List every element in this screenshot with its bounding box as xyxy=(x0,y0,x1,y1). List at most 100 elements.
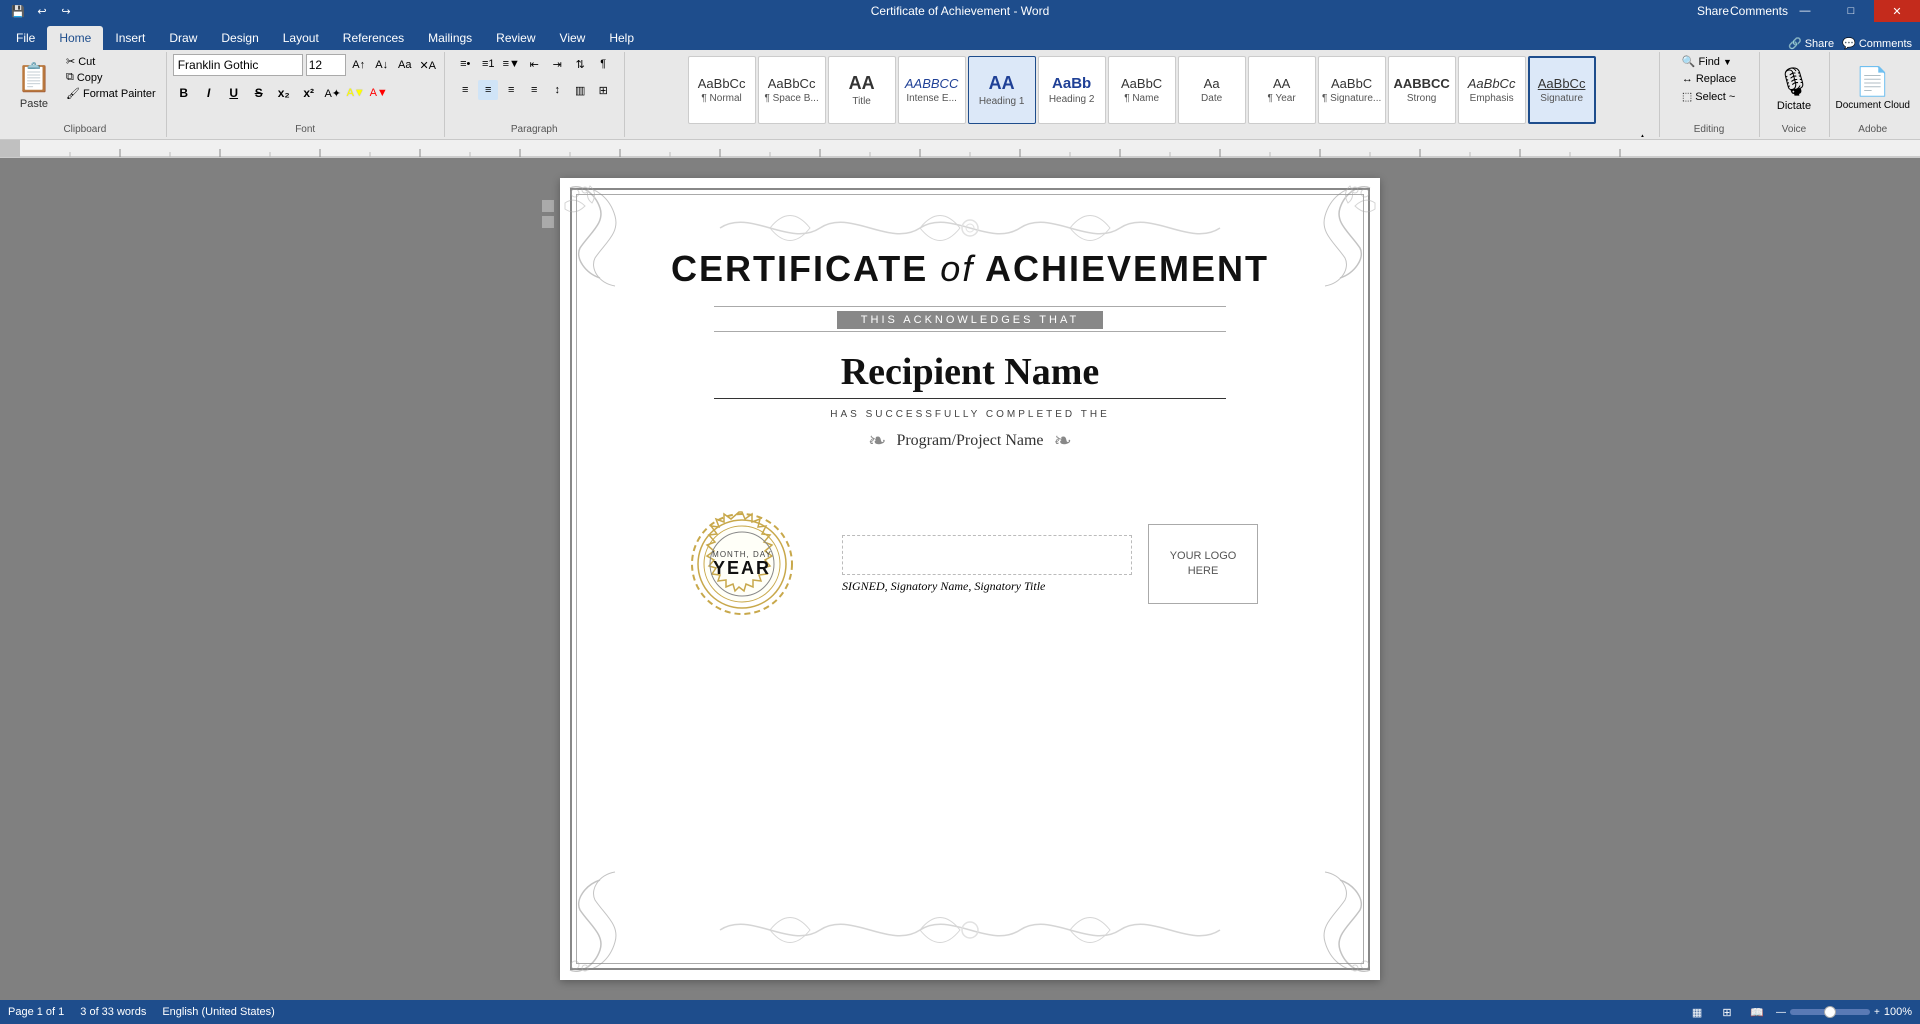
style-title-preview: AA xyxy=(849,73,875,94)
replace-icon: ↔ xyxy=(1682,73,1693,85)
style-emphasis[interactable]: AaBbCc Emphasis xyxy=(1458,56,1526,124)
undo-button[interactable]: ↩ xyxy=(32,2,52,20)
clear-formatting-button[interactable]: ✕A xyxy=(418,55,438,75)
zoom-slider[interactable] xyxy=(1790,1009,1870,1015)
highlight-color-button[interactable]: A▼ xyxy=(346,83,366,103)
paragraph-top-row: ≡• ≡1 ≡▼ ⇤ ⇥ ⇅ ¶ xyxy=(455,54,613,74)
style-date[interactable]: Aa Date xyxy=(1178,56,1246,124)
style-intense-emphasis[interactable]: AABBCC Intense E... xyxy=(898,56,966,124)
change-case-button[interactable]: Aa xyxy=(395,55,415,75)
cut-button[interactable]: ✂ Cut xyxy=(62,54,160,69)
comments-button[interactable]: Comments xyxy=(1736,0,1782,22)
align-left-button[interactable]: ≡ xyxy=(455,80,475,100)
bold-button[interactable]: B xyxy=(173,82,195,104)
title-bar: 💾 ↩ ↪ Certificate of Achievement - Word … xyxy=(0,0,1920,22)
tab-review[interactable]: Review xyxy=(484,26,547,50)
select-button[interactable]: ⬚ Select ~ xyxy=(1678,89,1739,104)
cert-seal: MONTH, DAY YEAR xyxy=(682,504,802,624)
style-heading1[interactable]: AA Heading 1 xyxy=(968,56,1036,124)
font-color-button[interactable]: A▼ xyxy=(369,83,389,103)
adobe-button[interactable]: 📄 xyxy=(1855,65,1890,98)
cert-logo-box[interactable]: YOUR LOGO HERE xyxy=(1148,524,1258,604)
replace-button[interactable]: ↔ Replace xyxy=(1678,72,1740,86)
italic-button[interactable]: I xyxy=(198,82,220,104)
numbering-button[interactable]: ≡1 xyxy=(478,54,498,74)
font-label: Font xyxy=(295,122,315,135)
tab-insert[interactable]: Insert xyxy=(103,26,157,50)
style-signature[interactable]: AaBbC ¶ Signature... xyxy=(1318,56,1386,124)
style-sig2-preview: AaBbCc xyxy=(1538,76,1586,91)
line-spacing-button[interactable]: ↕ xyxy=(547,80,567,100)
decrease-indent-button[interactable]: ⇤ xyxy=(524,54,544,74)
tab-references[interactable]: References xyxy=(331,26,416,50)
cert-program[interactable]: Program/Project Name xyxy=(896,432,1043,450)
style-h1-preview: AA xyxy=(989,73,1015,94)
find-button[interactable]: 🔍 Find ▼ xyxy=(1678,54,1736,69)
tab-file[interactable]: File xyxy=(4,26,47,50)
style-title-label: Title xyxy=(852,96,871,107)
sign-line-box[interactable] xyxy=(842,535,1132,575)
style-space-before[interactable]: AaBbCc ¶ Space B... xyxy=(758,56,826,124)
bullets-button[interactable]: ≡• xyxy=(455,54,475,74)
certificate-page[interactable]: CERTIFICATE of ACHIEVEMENT THIS ACKNOWLE… xyxy=(560,178,1380,980)
justify-button[interactable]: ≡ xyxy=(524,80,544,100)
tab-help[interactable]: Help xyxy=(597,26,646,50)
subscript-button[interactable]: x₂ xyxy=(273,82,295,104)
borders-button[interactable]: ⊞ xyxy=(593,80,613,100)
title-line xyxy=(714,306,1226,307)
save-button[interactable]: 💾 xyxy=(8,2,28,20)
style-title[interactable]: AA Title xyxy=(828,56,896,124)
font-format-row: B I U S x₂ x² A✦ A▼ A▼ xyxy=(173,82,389,104)
align-right-button[interactable]: ≡ xyxy=(501,80,521,100)
cert-title[interactable]: CERTIFICATE of ACHIEVEMENT xyxy=(671,248,1269,290)
tab-mailings[interactable]: Mailings xyxy=(416,26,484,50)
font-size-input[interactable] xyxy=(306,54,346,76)
cert-acknowledges[interactable]: THIS ACKNOWLEDGES THAT xyxy=(837,311,1103,329)
dictate-button[interactable]: 🎙 xyxy=(1776,65,1812,98)
tab-draw[interactable]: Draw xyxy=(157,26,209,50)
tab-design[interactable]: Design xyxy=(209,26,270,50)
close-button[interactable]: ✕ xyxy=(1874,0,1920,22)
minimize-button[interactable]: — xyxy=(1782,0,1828,22)
style-signature2[interactable]: AaBbCc Signature xyxy=(1528,56,1596,124)
text-effects-button[interactable]: A✦ xyxy=(323,83,343,103)
tab-layout[interactable]: Layout xyxy=(271,26,331,50)
align-center-button[interactable]: ≡ xyxy=(478,80,498,100)
style-year[interactable]: AA ¶ Year xyxy=(1248,56,1316,124)
font-name-input[interactable] xyxy=(173,54,303,76)
style-year-preview: AA xyxy=(1273,76,1290,91)
cert-recipient[interactable]: Recipient Name xyxy=(841,350,1100,394)
style-strong[interactable]: AABBCC Strong xyxy=(1388,56,1456,124)
maximize-button[interactable]: □ xyxy=(1828,0,1874,22)
shading-button[interactable]: ▥ xyxy=(570,80,590,100)
adobe-label: Document Cloud xyxy=(1836,100,1910,111)
cert-completed[interactable]: HAS SUCCESSFULLY COMPLETED THE xyxy=(830,409,1110,420)
superscript-button[interactable]: x² xyxy=(298,82,320,104)
tab-home[interactable]: Home xyxy=(47,26,103,50)
multilevel-list-button[interactable]: ≡▼ xyxy=(501,54,521,74)
window-title: Certificate of Achievement - Word xyxy=(871,4,1050,18)
bottom-decoration xyxy=(560,900,1380,960)
underline-button[interactable]: U xyxy=(223,82,245,104)
strikethrough-button[interactable]: S xyxy=(248,82,270,104)
show-formatting-button[interactable]: ¶ xyxy=(593,54,613,74)
paste-button[interactable]: 📋 Paste xyxy=(10,54,58,112)
signed-label: SIGNED, Signatory Name, Signatory Title xyxy=(842,579,1132,594)
format-painter-button[interactable]: 🖌 Format Painter xyxy=(62,86,160,101)
comments-ribbon-button[interactable]: 💬 Comments xyxy=(1842,37,1912,50)
adobe-group-label: Adobe xyxy=(1858,122,1887,135)
style-normal[interactable]: AaBbCc ¶ Normal xyxy=(688,56,756,124)
style-name[interactable]: AaBbC ¶ Name xyxy=(1108,56,1176,124)
decrease-font-button[interactable]: A↓ xyxy=(372,55,392,75)
redo-button[interactable]: ↪ xyxy=(56,2,76,20)
copy-button[interactable]: ⧉ Copy xyxy=(62,70,160,85)
increase-indent-button[interactable]: ⇥ xyxy=(547,54,567,74)
sort-button[interactable]: ⇅ xyxy=(570,54,590,74)
styles-scroll-up[interactable]: ▲ xyxy=(1633,126,1653,137)
tab-view[interactable]: View xyxy=(548,26,598,50)
style-sig2-label: Signature xyxy=(1540,93,1583,104)
increase-font-button[interactable]: A↑ xyxy=(349,55,369,75)
style-heading2[interactable]: AaBb Heading 2 xyxy=(1038,56,1106,124)
share-ribbon-button[interactable]: 🔗 Share xyxy=(1788,37,1834,50)
cert-title-italic: of xyxy=(940,248,974,289)
